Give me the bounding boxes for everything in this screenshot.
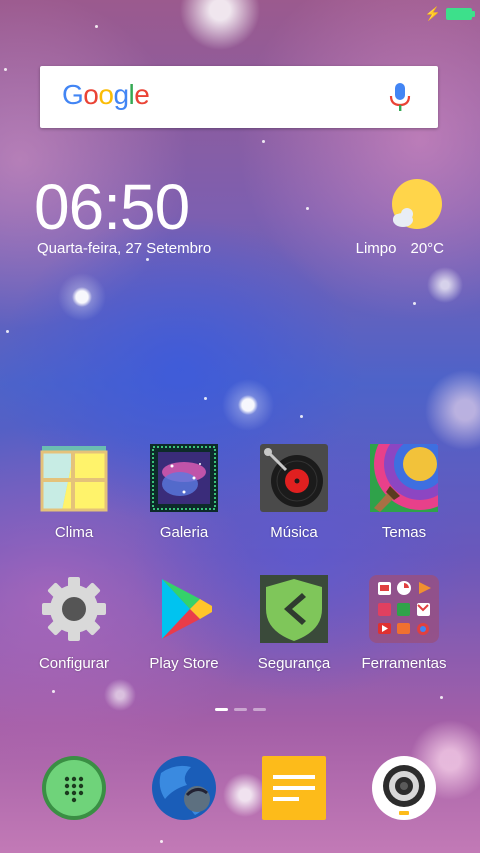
app-label: Temas — [381, 524, 427, 541]
clock-date: Quarta-feira, 27 Setembro — [37, 240, 212, 257]
wallpaper-sparkle — [262, 140, 265, 143]
logo-letter: o — [98, 79, 114, 110]
wallpaper-sparkle — [52, 690, 55, 693]
phone-dialer-icon[interactable] — [41, 755, 107, 821]
app-label: Segurança — [257, 655, 331, 672]
logo-letter: e — [134, 79, 150, 110]
app-seguranca[interactable]: Segurança — [239, 575, 349, 672]
play-store-icon — [150, 575, 218, 643]
page-indicator[interactable] — [215, 708, 266, 711]
security-shield-icon — [260, 575, 328, 643]
gallery-icon — [150, 444, 218, 512]
logo-letter: G — [62, 79, 84, 110]
weather-condition: Limpo — [355, 240, 397, 257]
wallpaper-sparkle — [300, 415, 303, 418]
google-search-bar[interactable]: Google — [40, 66, 438, 128]
wallpaper-sparkle — [6, 330, 9, 333]
wallpaper-sparkle — [95, 25, 98, 28]
app-clima[interactable]: Clima — [19, 444, 129, 541]
clock-time[interactable]: 06:50 — [34, 172, 190, 242]
wallpaper-sparkle — [146, 258, 149, 261]
wallpaper-sparkle — [204, 397, 207, 400]
notes-icon[interactable] — [261, 755, 327, 821]
microphone-icon[interactable] — [388, 82, 412, 112]
google-logo: Google — [62, 79, 150, 111]
bolt-icon: ⚡ — [424, 6, 441, 21]
app-label: Play Store — [149, 655, 219, 672]
camera-icon[interactable] — [371, 755, 437, 821]
partly-sunny-icon[interactable] — [389, 178, 445, 234]
tools-folder-icon — [369, 575, 439, 643]
app-musica[interactable]: Música — [239, 444, 349, 541]
wallpaper-sparkle — [160, 840, 163, 843]
app-label: Clima — [54, 524, 94, 541]
logo-letter: o — [83, 79, 99, 110]
settings-gear-icon — [40, 575, 108, 643]
browser-globe-icon[interactable] — [151, 755, 217, 821]
app-label: Configurar — [38, 655, 110, 672]
app-play-store[interactable]: Play Store — [129, 575, 239, 672]
wallpaper-sparkle — [440, 696, 443, 699]
app-label: Música — [270, 524, 318, 541]
app-label: Ferramentas — [361, 655, 447, 672]
app-galeria[interactable]: Galeria — [129, 444, 239, 541]
app-ferramentas[interactable]: Ferramentas — [349, 575, 459, 672]
wallpaper-sparkle — [413, 302, 416, 305]
logo-letter: g — [113, 79, 129, 110]
themes-palette-icon — [370, 418, 466, 512]
status-bar: ⚡ — [424, 6, 475, 21]
weather-info[interactable]: Limpo 20°C — [356, 240, 444, 257]
music-record-icon — [260, 444, 328, 512]
app-label: Galeria — [159, 524, 209, 541]
app-temas[interactable]: Temas — [349, 418, 466, 541]
app-configurar[interactable]: Configurar — [19, 575, 129, 672]
weather-temperature: 20°C — [410, 240, 444, 257]
page-dot[interactable] — [234, 708, 247, 711]
weather-window-icon — [40, 444, 108, 512]
wallpaper-sparkle — [306, 207, 309, 210]
battery-full-icon — [446, 7, 475, 20]
page-dot[interactable] — [253, 708, 266, 711]
wallpaper-sparkle — [4, 68, 7, 71]
page-dot[interactable] — [215, 708, 228, 711]
